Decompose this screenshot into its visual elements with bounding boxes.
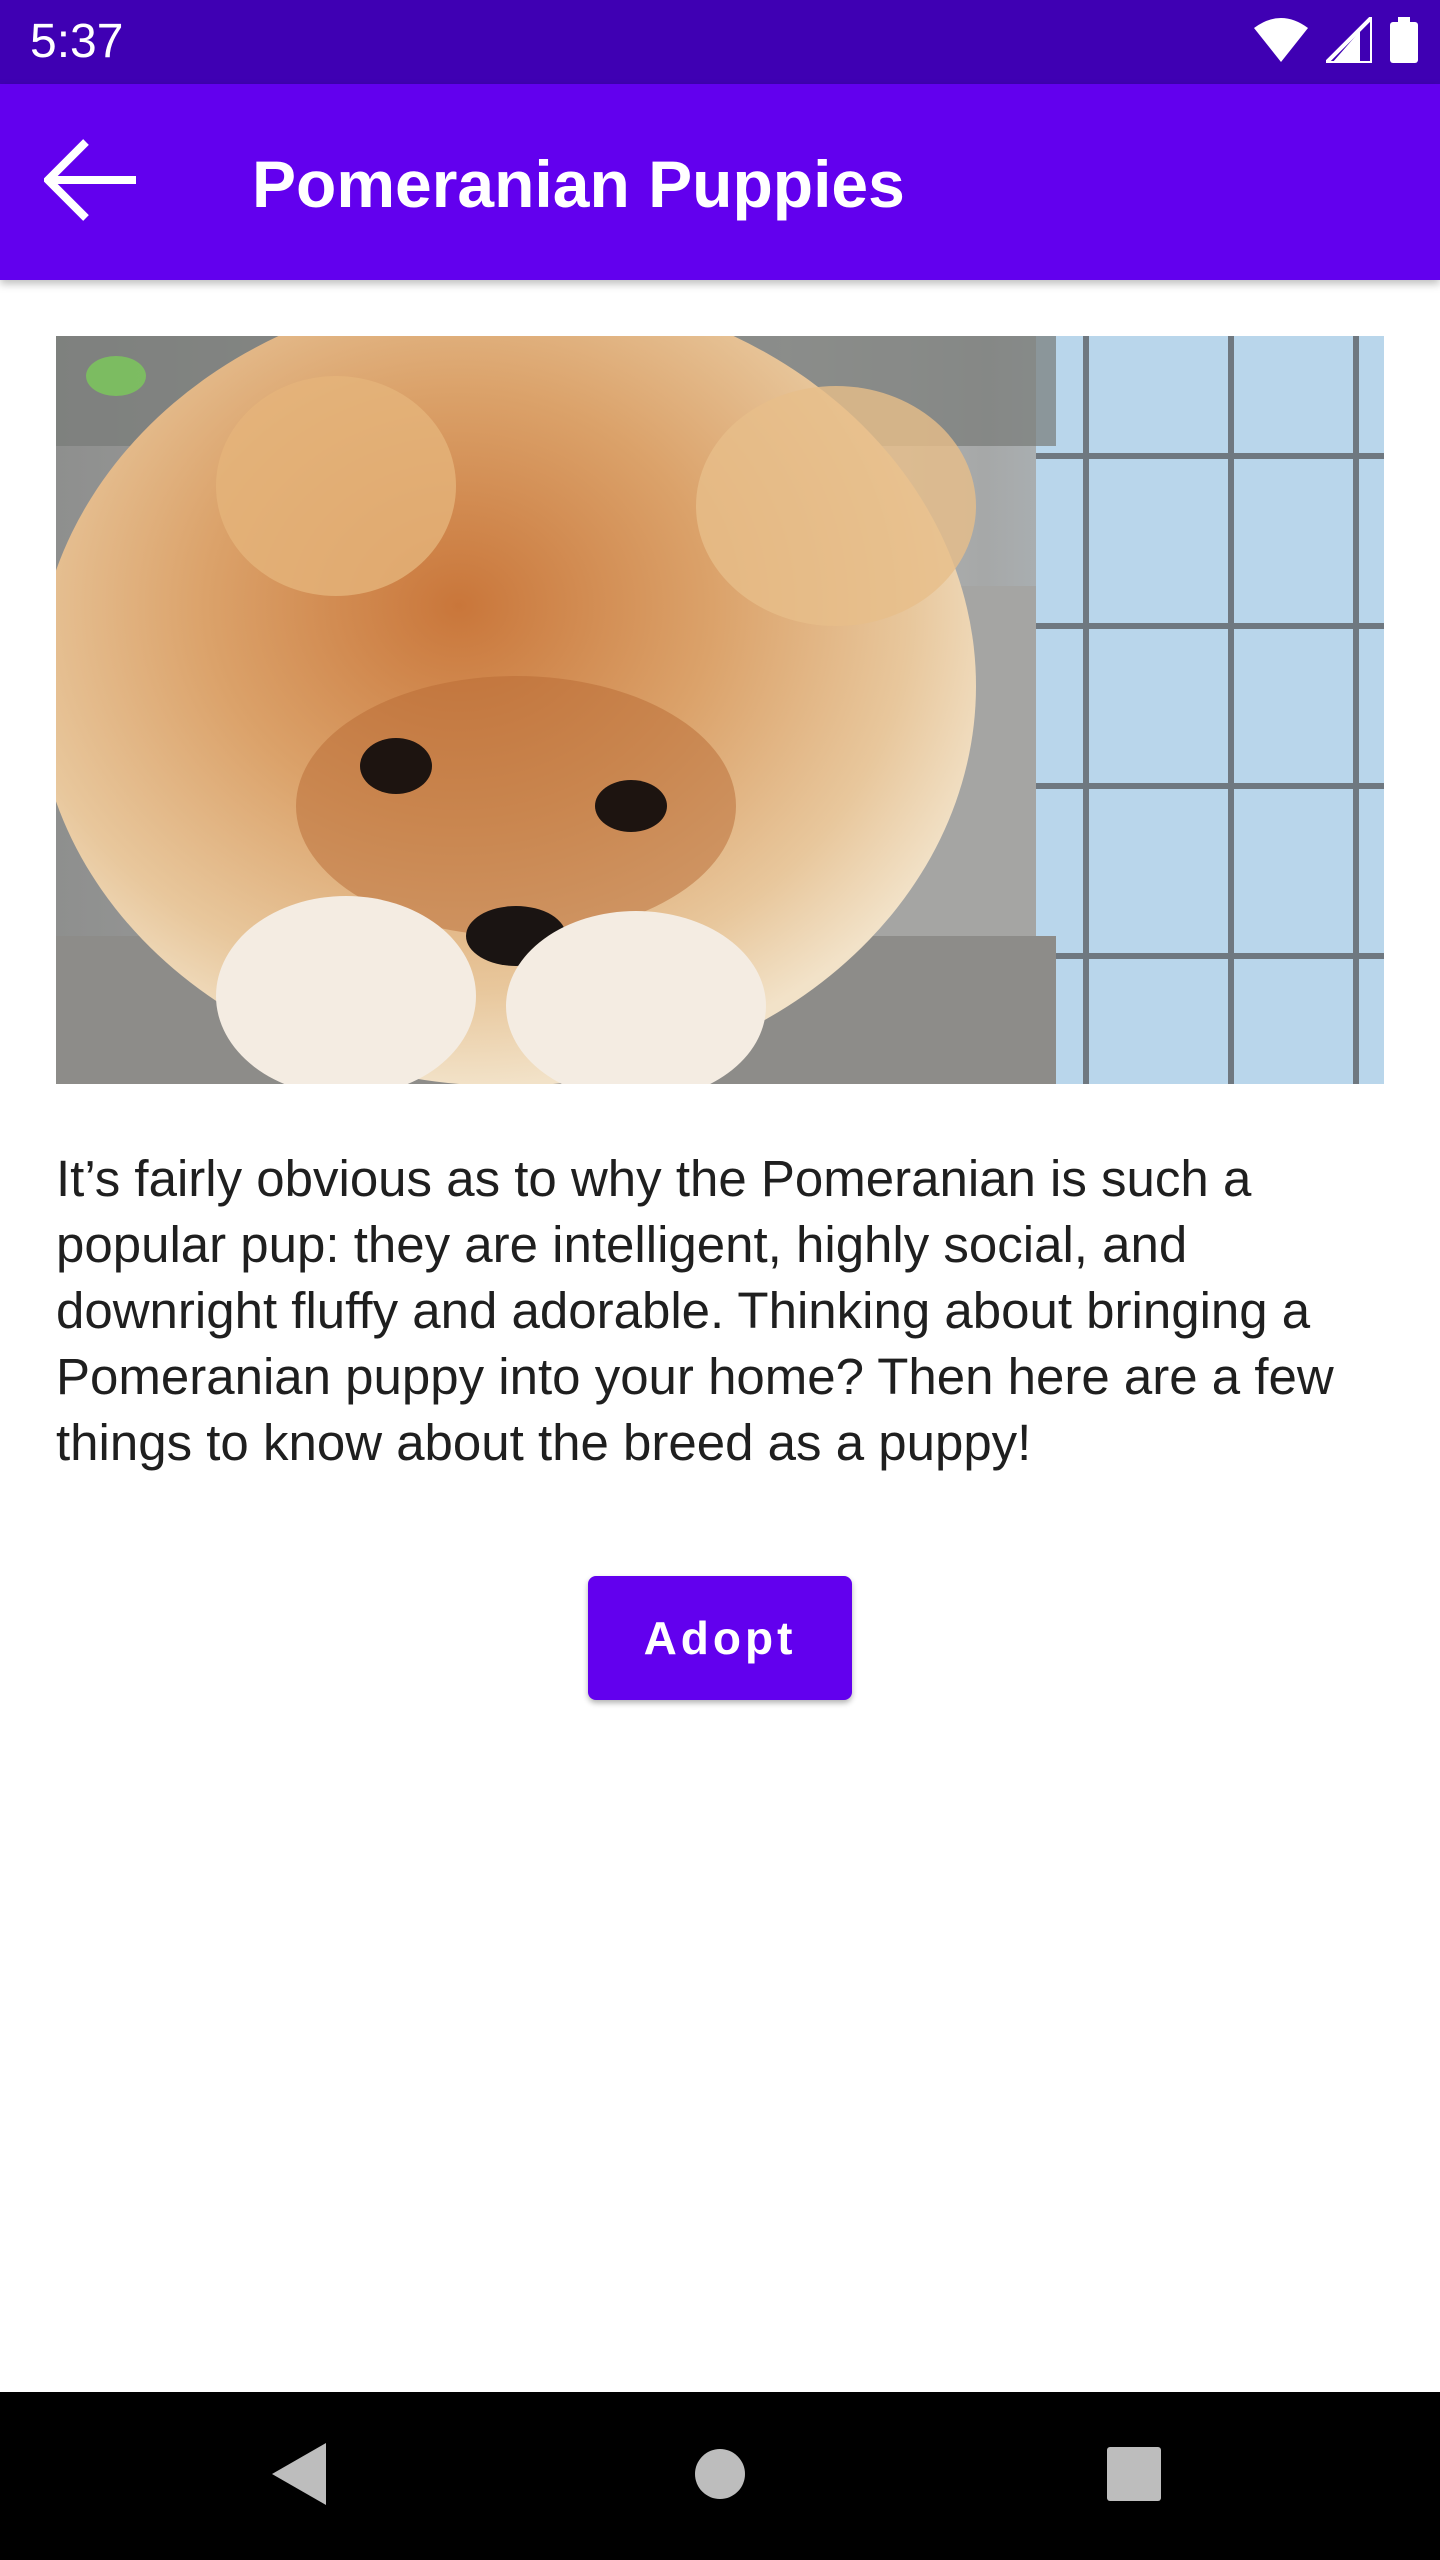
puppy-description: It’s fairly obvious as to why the Pomera…	[56, 1150, 1334, 1471]
adopt-button[interactable]: Adopt	[588, 1576, 852, 1700]
arrow-back-icon	[42, 138, 140, 227]
pomeranian-puppy-image	[56, 336, 1384, 1084]
nav-back-button[interactable]	[260, 2436, 340, 2516]
battery-icon	[1390, 16, 1418, 68]
back-button[interactable]	[40, 130, 144, 234]
system-nav-bar	[0, 2392, 1440, 2560]
nav-recents-button[interactable]	[1094, 2436, 1174, 2516]
wifi-icon	[1254, 17, 1308, 67]
recents-square-icon	[1107, 2446, 1161, 2506]
home-circle-icon	[694, 2448, 746, 2505]
back-triangle-icon	[272, 2442, 328, 2510]
app-bar: Pomeranian Puppies	[0, 84, 1440, 280]
status-time: 5:37	[30, 15, 124, 68]
cellular-signal-icon	[1321, 11, 1374, 68]
status-icons	[1254, 11, 1418, 68]
nav-home-button[interactable]	[680, 2436, 760, 2516]
status-bar: 5:37	[0, 0, 1440, 84]
page-title: Pomeranian Puppies	[252, 147, 905, 221]
